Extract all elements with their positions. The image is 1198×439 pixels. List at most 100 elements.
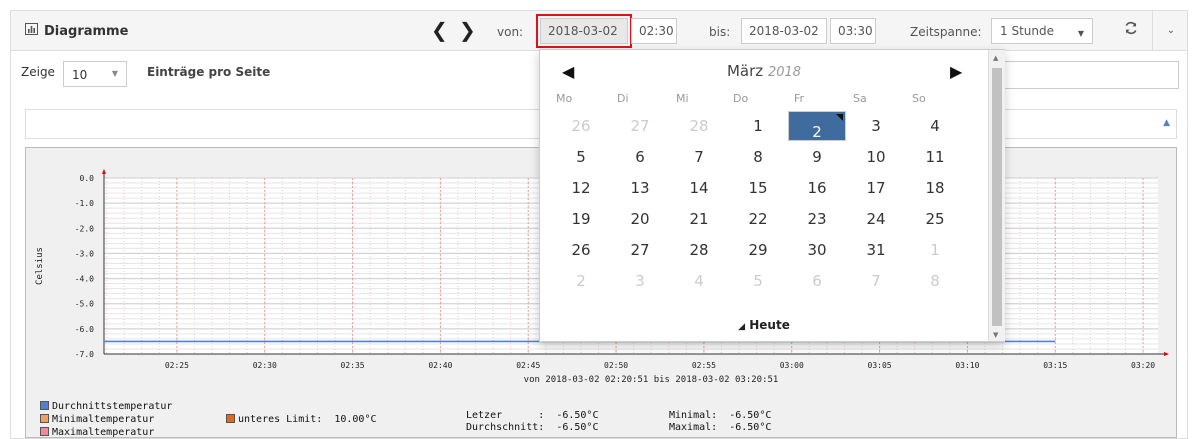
to-date-input[interactable]: 2018-03-02 [741,18,827,44]
page-size-select[interactable]: 10 ▼ [63,61,127,87]
calendar-day[interactable]: 27 [611,235,669,265]
calendar-day[interactable]: 8 [729,142,787,172]
calendar-day[interactable]: 26 [552,235,610,265]
to-label: bis: [709,25,731,39]
legend-swatch [226,414,235,423]
calendar-day[interactable]: 19 [552,204,610,234]
panel-header: Diagramme ❮ ❯ von: 2018-03-02 02:30 bis:… [11,11,1187,51]
from-time-input[interactable]: 02:30 [631,18,677,44]
to-time-input[interactable]: 03:30 [830,18,876,44]
calendar-day[interactable]: 8 [906,266,964,296]
calendar-day[interactable]: 29 [729,235,787,265]
calendar-day[interactable]: 5 [552,142,610,172]
month-title: März 2018 [726,62,802,80]
timespan-select[interactable]: 1 Stunde ▼ [991,18,1093,44]
calendar-day[interactable]: 27 [611,111,669,141]
calendar-day[interactable]: 3 [611,266,669,296]
y-tick-label: -6.0 [75,325,94,334]
legend-limit: unteres Limit: 10.00°C [226,414,377,425]
next-month-icon[interactable]: ▶ [950,62,962,81]
from-label: von: [497,25,524,39]
panel-title-text: Diagramme [44,23,129,39]
weekday-label: Sa [853,92,867,105]
calendar-day[interactable]: 14 [670,173,728,203]
caret-down-icon: ▼ [111,69,118,78]
search-input[interactable] [1001,61,1179,89]
x-tick-label: 02:45 [516,361,540,370]
year-label: 2018 [767,65,802,80]
toolbar-separator [1152,11,1153,51]
calendar-day[interactable]: 10 [847,142,905,172]
y-tick-label: -1.0 [75,199,94,208]
calendar-day[interactable]: 20 [611,204,669,234]
calendar-day[interactable]: 5 [729,266,787,296]
calendar-day[interactable]: 18 [906,173,964,203]
calendar-day[interactable]: 4 [670,266,728,296]
legend-series-2: Minimaltemperatur [40,414,154,425]
calendar-day[interactable]: 23 [788,204,846,234]
calendar-day[interactable]: 2 [552,266,610,296]
triangle-icon: ◢ [738,322,746,332]
calendar-day[interactable]: 13 [611,173,669,203]
calendar-day[interactable]: 7 [670,142,728,172]
calendar-day[interactable]: 25 [906,204,964,234]
scrollbar[interactable]: ▲ ▼ [988,50,1005,341]
calendar-day[interactable]: 4 [906,111,964,141]
calendar-day[interactable]: 16 [788,173,846,203]
calendar-day[interactable]: 7 [847,266,905,296]
from-date-input[interactable]: 2018-03-02 [536,14,632,48]
weekday-label: So [912,92,926,105]
refresh-icon[interactable] [1117,19,1145,43]
next-range-icon[interactable]: ❯ [459,20,476,40]
x-tick-label: 02:30 [253,361,277,370]
calendar-day[interactable]: 9 [788,142,846,172]
x-tick-label: 02:25 [165,361,189,370]
time-range-caption: von 2018-03-02 02:20:51 bis 2018-03-02 0… [524,375,779,385]
calendar-day[interactable]: 11 [906,142,964,172]
calendar-day[interactable]: 31 [847,235,905,265]
calendar-day[interactable]: 3 [847,111,905,141]
legend-swatch [40,427,49,436]
calendar-day[interactable]: 12 [552,173,610,203]
previous-range-icon[interactable]: ❮ [431,20,448,40]
calendar-day[interactable]: 6 [611,142,669,172]
calendar-day[interactable]: 6 [788,266,846,296]
y-tick-label: -5.0 [75,300,94,309]
legend-series-1: Durchnittstemperatur [40,401,172,412]
page-size-value: 10 [72,68,88,82]
calendar-day[interactable]: 26 [552,111,610,141]
date-picker-popup: ◀ März 2018 ▶ Mo Di Mi Do Fr Sa So 26 27 28 1 2 3 4 5 6… [539,49,1005,342]
x-tick-label: 02:55 [692,361,716,370]
triangle-up-icon[interactable]: ▲ [1163,118,1170,128]
calendar-day[interactable]: 1 [729,111,787,141]
calendar-day[interactable]: 17 [847,173,905,203]
calendar-day[interactable]: 21 [670,204,728,234]
x-tick-label: 03:05 [868,361,892,370]
y-tick-label: -7.0 [75,350,94,359]
scroll-up-icon[interactable]: ▲ [993,54,998,62]
chevron-down-icon[interactable]: ⌄ [1157,19,1185,43]
today-button[interactable]: ◢ Heute [540,318,988,332]
weekday-label: Do [733,92,749,105]
calendar-day[interactable]: 2 [788,111,846,141]
scrollbar-thumb[interactable] [992,68,1002,326]
calendar-day[interactable]: 22 [729,204,787,234]
x-tick-label: 03:00 [780,361,804,370]
weekday-label: Mi [676,92,689,105]
calendar-day[interactable]: 28 [670,111,728,141]
show-label: Zeige [21,65,55,79]
calendar-day[interactable]: 24 [847,204,905,234]
panel-title: Diagramme [25,23,128,39]
legend-swatch [40,401,49,410]
calendar-day[interactable]: 28 [670,235,728,265]
scroll-down-icon[interactable]: ▼ [993,331,998,339]
legend-series-3: Maximaltemperatur [40,427,154,438]
bar-chart-icon [25,23,38,39]
x-tick-label: 02:40 [428,361,452,370]
y-axis-arrow [102,169,106,174]
x-axis-arrow [1164,352,1169,356]
stat-max: Maximal: -6.50°C [669,422,772,433]
calendar-day[interactable]: 1 [906,235,964,265]
calendar-day[interactable]: 15 [729,173,787,203]
calendar-day[interactable]: 30 [788,235,846,265]
